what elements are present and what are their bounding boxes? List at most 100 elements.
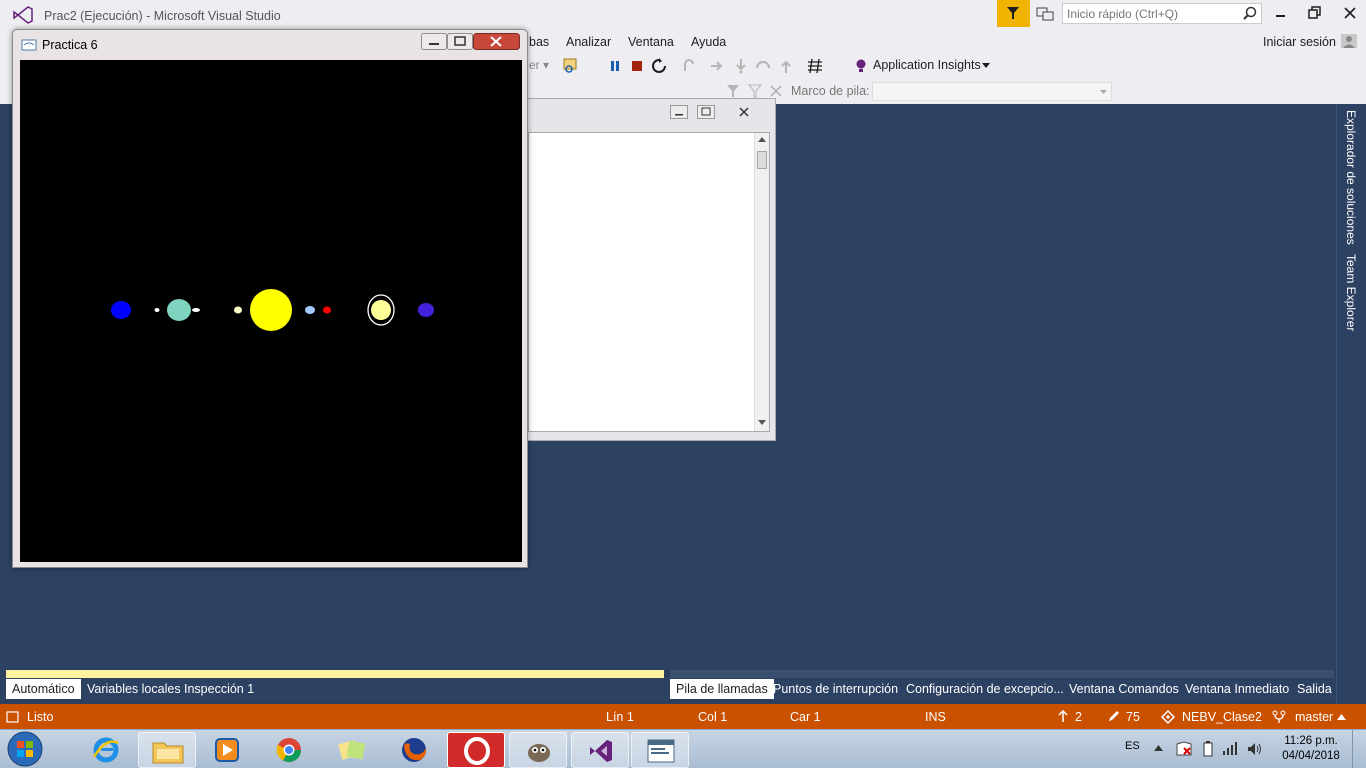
solar-system-drawing [111,289,434,331]
scroll-thumb[interactable] [757,151,767,169]
taskbar-chrome[interactable] [260,732,318,768]
firefox-icon [402,738,427,762]
scroll-up-icon[interactable] [758,137,766,143]
tab-watch-1[interactable]: Inspección 1 [178,679,260,699]
show-hidden-icons-icon[interactable] [1154,745,1163,751]
taskbar-sticky-app[interactable] [322,732,380,768]
taskbar-console-app[interactable] [631,732,689,768]
restore-icon[interactable] [1308,6,1322,20]
close-button[interactable] [473,33,520,50]
step-into-icon[interactable] [710,59,724,73]
chevron-down-icon[interactable] [982,63,990,69]
battery-icon[interactable] [1202,741,1214,757]
hex-display-icon[interactable] [806,58,824,74]
show-desktop-button[interactable] [1352,730,1366,768]
menu-pruebas[interactable]: bas [529,35,549,49]
tab-exception-settings[interactable]: Configuración de excepcio... [900,679,1070,699]
volume-icon[interactable] [1247,741,1263,757]
status-branch[interactable]: master [1295,710,1333,724]
taskbar-visual-studio[interactable] [571,732,629,768]
scroll-down-icon[interactable] [758,420,766,426]
flag-clear-icon[interactable] [769,84,783,98]
maximize-icon[interactable] [697,105,715,119]
tab-immediate-window[interactable]: Ventana Inmediato [1179,679,1295,699]
git-repo-icon[interactable] [1161,710,1175,724]
console-scrollbar[interactable] [754,133,769,431]
taskbar-gimp[interactable] [509,732,567,768]
console-output[interactable] [528,132,770,432]
tab-output[interactable]: Salida [1291,679,1338,699]
status-bar: Listo Lín 1 Col 1 Car 1 INS 2 75 NEBV_Cl… [0,704,1366,729]
taskbar-file-explorer[interactable] [138,732,196,768]
step-over-icon[interactable] [734,58,748,74]
output-window-icon[interactable] [6,711,19,723]
taskbar-opera[interactable] [447,732,505,768]
toolbar-combo-tail[interactable]: er ▾ [529,58,549,72]
application-insights-button[interactable]: Application Insights [873,58,981,72]
menu-ventana[interactable]: Ventana [628,35,674,49]
minimize-icon[interactable] [670,105,688,119]
taskbar-clock[interactable]: 11:26 p.m. 04/04/2018 [1276,734,1346,764]
arrow-up-icon[interactable] [1058,710,1068,723]
status-edit-count[interactable]: 75 [1126,710,1140,724]
visual-studio-icon [590,740,612,762]
sign-in-link[interactable]: Iniciar sesión [1263,35,1336,49]
practica-window[interactable]: Practica 6 [12,29,528,568]
tab-autos[interactable]: Automático [6,679,81,699]
tab-command-window[interactable]: Ventana Comandos [1063,679,1185,699]
taskbar-internet-explorer[interactable] [78,732,136,768]
action-center-icon[interactable] [1176,741,1192,757]
opera-icon [464,737,490,765]
tab-team-explorer[interactable]: Team Explorer [1344,254,1358,331]
git-branch-icon[interactable] [1272,710,1286,724]
step-out-icon[interactable] [779,58,793,74]
restart-icon[interactable] [651,58,667,74]
call-stack-panel-header[interactable] [670,670,1334,678]
find-icon[interactable] [562,57,580,75]
status-insert-mode: INS [925,710,946,724]
pencil-icon[interactable] [1107,710,1120,723]
tab-locals[interactable]: Variables locales [81,679,187,699]
console-window-icon [647,739,675,763]
status-push-count[interactable]: 2 [1075,710,1082,724]
practica-window-title: Practica 6 [42,38,98,52]
feedback-icon[interactable] [1036,6,1054,22]
stack-frame-combo[interactable] [872,82,1112,101]
menu-analizar[interactable]: Analizar [566,35,611,49]
step-back-icon[interactable] [755,58,771,74]
quick-launch-input[interactable] [1063,4,1239,23]
folder-icon [152,742,184,764]
planet-mars [323,306,331,314]
status-repository[interactable]: NEBV_Clase2 [1182,710,1262,724]
chevron-up-icon[interactable] [1337,714,1346,720]
close-icon[interactable] [1343,6,1357,20]
taskbar-firefox[interactable] [385,732,443,768]
status-line: Lín 1 [606,710,634,724]
menu-ayuda[interactable]: Ayuda [691,35,726,49]
tab-call-stack[interactable]: Pila de llamadas [670,679,774,699]
start-button-icon[interactable] [4,730,46,768]
close-icon[interactable] [734,105,754,119]
threads-icon[interactable] [748,84,762,98]
stop-icon[interactable] [631,60,643,72]
maximize-icon[interactable] [447,33,473,50]
sticky-notes-icon [338,740,366,760]
taskbar-media-player[interactable] [198,732,256,768]
minimize-icon[interactable] [421,33,447,50]
filter-icon[interactable] [726,84,740,98]
tab-solution-explorer[interactable]: Explorador de soluciones [1344,110,1358,245]
input-language[interactable]: ES [1125,740,1140,752]
planet-jupiter-like [418,303,434,317]
pause-icon[interactable] [608,59,622,73]
tab-breakpoints[interactable]: Puntos de interrupción [767,679,904,699]
search-icon[interactable] [1243,6,1257,20]
show-next-statement-icon[interactable] [681,58,697,74]
planet-saturn [371,300,391,320]
account-icon[interactable] [1340,33,1358,49]
notifications-button[interactable] [997,0,1030,27]
console-window[interactable] [520,98,776,441]
minimize-icon[interactable] [1274,6,1288,20]
quick-launch-box[interactable] [1062,3,1262,24]
network-signal-icon[interactable] [1222,741,1238,755]
autos-panel-header[interactable] [6,670,664,678]
